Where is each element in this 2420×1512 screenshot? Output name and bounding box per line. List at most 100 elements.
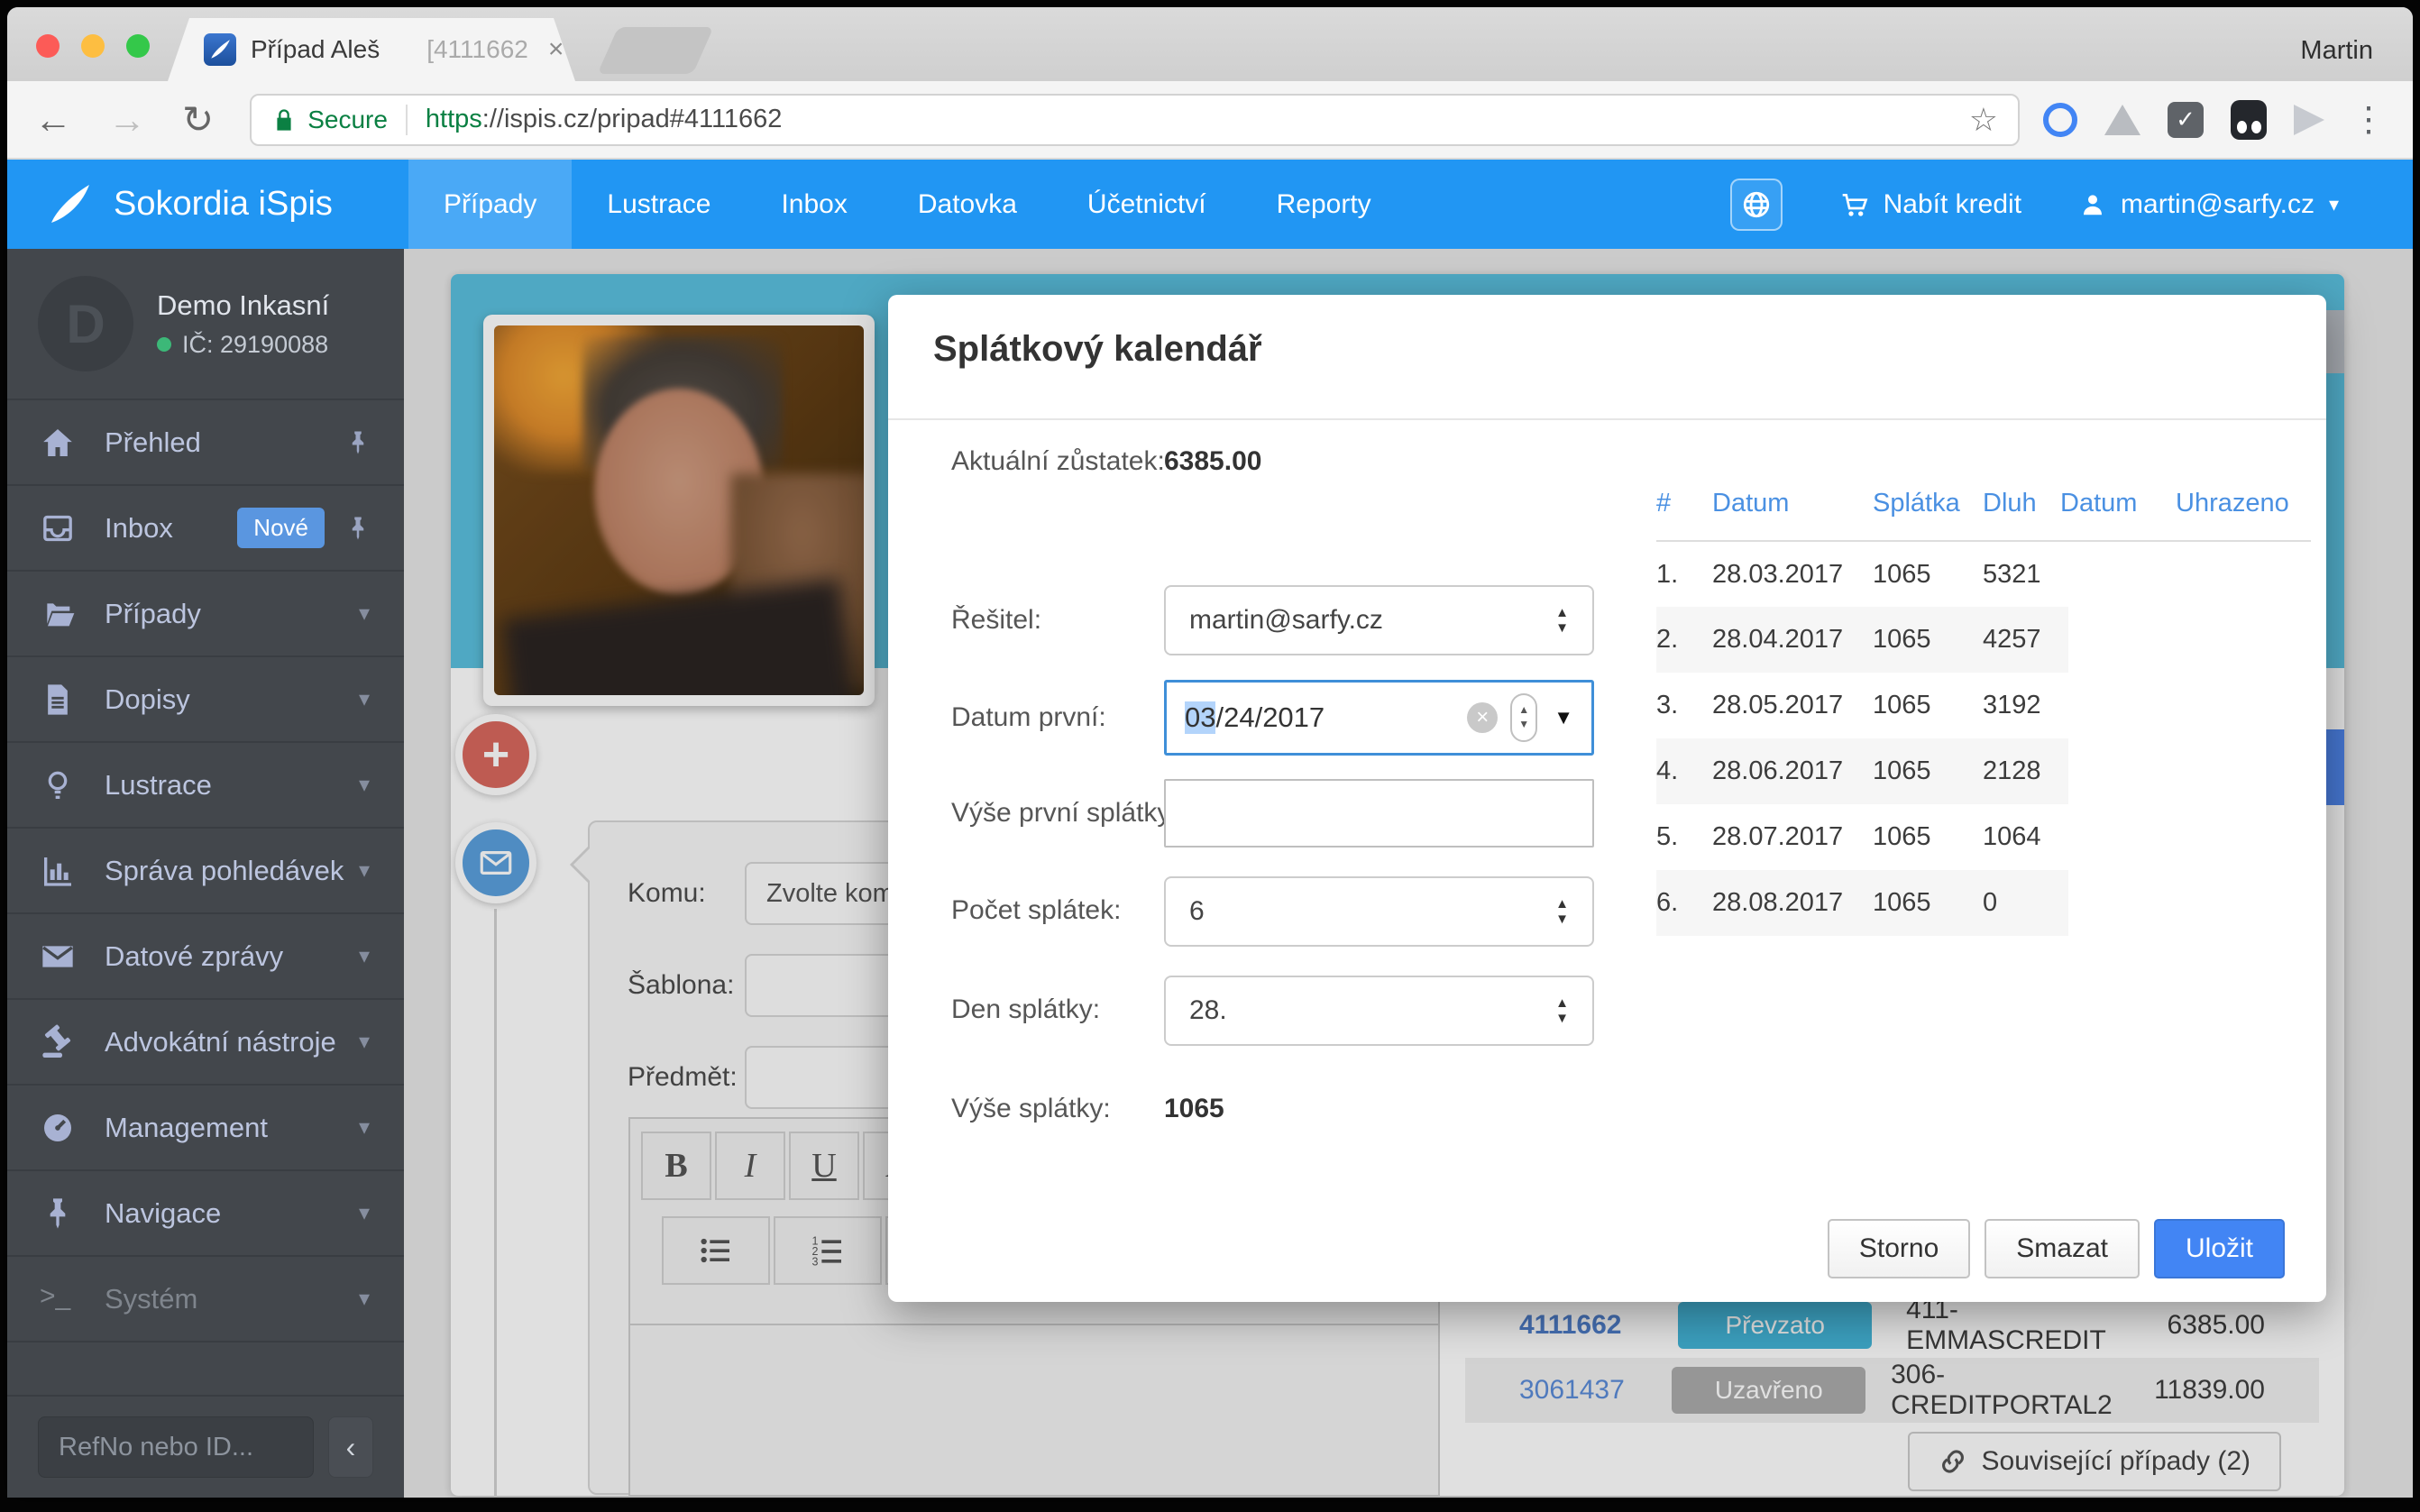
app-brand[interactable]: Sokordia iSpis <box>7 160 408 249</box>
document-icon <box>40 682 76 718</box>
extension-icon[interactable] <box>2043 103 2077 137</box>
select-arrows-icon: ▲▼ <box>1555 995 1569 1027</box>
credit-button[interactable]: Nabít kredit <box>1840 189 2021 220</box>
chevron-down-icon: ▾ <box>359 943 370 969</box>
chevron-down-icon: ▾ <box>359 600 370 627</box>
chrome-menu-icon[interactable]: ⋮ <box>2351 99 2386 140</box>
schedule-row: 4.28.06.2017 10652128 <box>1656 738 2068 804</box>
datepicker-dropdown-icon[interactable]: ▼ <box>1554 706 1573 729</box>
select-arrows-icon: ▲▼ <box>1555 896 1569 928</box>
sidebar-item-system[interactable]: >_ Systém ▾ <box>7 1257 404 1342</box>
inbox-extension-icon[interactable]: ✓ <box>2168 102 2204 138</box>
first-date-input[interactable]: 03 /24/2017 × ▲▼ ▼ <box>1164 680 1594 756</box>
sidebar-item-advokatni-nastroje[interactable]: Advokátní nástroje ▾ <box>7 1000 404 1086</box>
browser-tab[interactable]: Případ Aleš [4111662 × <box>168 18 575 81</box>
nav-item-pripady[interactable]: Případy <box>408 160 572 249</box>
sidebar-item-management[interactable]: Management ▾ <box>7 1086 404 1171</box>
navbar-right: Nabít kredit martin@sarfy.cz ▾ <box>1730 160 2339 249</box>
solver-label: Řešitel: <box>951 605 1041 636</box>
chevron-down-icon: ▾ <box>359 1286 370 1312</box>
browser-profile-name[interactable]: Martin <box>2300 36 2373 66</box>
minimize-window-button[interactable] <box>81 34 105 58</box>
clear-icon[interactable]: × <box>1467 702 1498 733</box>
day-select[interactable]: 28. ▲▼ <box>1164 976 1594 1046</box>
language-button[interactable] <box>1730 179 1783 231</box>
sidebar-item-navigace[interactable]: Navigace ▾ <box>7 1171 404 1257</box>
amount-label: Výše splátky: <box>951 1094 1111 1124</box>
home-icon <box>40 425 76 461</box>
nav-item-reporty[interactable]: Reporty <box>1242 160 1407 249</box>
day-label: Den splátky: <box>951 994 1100 1025</box>
inbox-icon <box>40 510 76 546</box>
tab-strip: Případ Aleš [4111662 × Martin <box>7 7 2413 81</box>
sidebar-search-row: ‹ <box>7 1395 404 1498</box>
chevron-down-icon: ▾ <box>359 1029 370 1055</box>
close-window-button[interactable] <box>36 34 60 58</box>
secure-label: Secure <box>307 105 388 134</box>
tab-title-secondary: [4111662 <box>426 35 528 64</box>
address-bar[interactable]: Secure https ://ispis.cz/pripad#4111662 … <box>250 94 2020 146</box>
user-email: martin@sarfy.cz <box>2121 189 2315 220</box>
refno-search-input[interactable] <box>38 1416 314 1478</box>
nav-item-lustrace[interactable]: Lustrace <box>572 160 746 249</box>
user-icon <box>2079 191 2106 218</box>
cancel-button[interactable]: Storno <box>1828 1219 1970 1278</box>
count-select[interactable]: 6 ▲▼ <box>1164 876 1594 947</box>
stepper-icon[interactable]: ▲▼ <box>1510 693 1537 742</box>
user-menu[interactable]: martin@sarfy.cz ▾ <box>2079 189 2339 220</box>
bar-chart-icon <box>40 853 76 889</box>
pin-icon[interactable] <box>344 429 371 456</box>
back-icon[interactable]: ← <box>34 101 72 139</box>
owl-extension-icon[interactable] <box>2231 100 2267 140</box>
sidebar-item-sprava-pohledavek[interactable]: Správa pohledávek ▾ <box>7 829 404 914</box>
navbar-menu: Případy Lustrace Inbox Datovka Účetnictv… <box>408 160 1407 249</box>
nav-item-datovka[interactable]: Datovka <box>883 160 1052 249</box>
terminal-icon: >_ <box>40 1281 76 1317</box>
reload-icon[interactable]: ↻ <box>182 101 214 139</box>
org-ic-line: IČ: 29190088 <box>157 331 329 359</box>
url-scheme: https <box>426 105 482 134</box>
forward-icon[interactable]: → <box>108 101 146 139</box>
new-badge: Nové <box>237 508 325 548</box>
zoom-window-button[interactable] <box>126 34 150 58</box>
sidebar: D Demo Inkasní IČ: 29190088 Přehled <box>7 249 404 1498</box>
modal-title: Splátkový kalendář <box>933 329 1262 370</box>
sidebar-item-pripady[interactable]: Případy ▾ <box>7 572 404 657</box>
bookmark-star-icon[interactable]: ☆ <box>1969 101 1998 139</box>
new-tab-button[interactable] <box>597 27 713 74</box>
count-label: Počet splátek: <box>951 895 1121 926</box>
sidebar-item-datove-zpravy[interactable]: Datové zprávy ▾ <box>7 914 404 1000</box>
sidebar-item-prehled[interactable]: Přehled <box>7 400 404 486</box>
nav-item-ucetnictvi[interactable]: Účetnictví <box>1052 160 1242 249</box>
modal-footer: Storno Smazat Uložit <box>1828 1219 2285 1278</box>
sail-logo-icon <box>41 183 97 226</box>
schedule-row: 1.28.03.2017 10655321 <box>1656 541 2068 607</box>
first-amount-input[interactable] <box>1164 779 1594 848</box>
divider <box>888 418 2326 420</box>
paid-table: Datum Uhrazeno <box>2060 489 2311 542</box>
first-amount-label: Výše první splátky: <box>951 798 1178 829</box>
pin-icon[interactable] <box>344 515 371 542</box>
drive-extension-icon[interactable] <box>2104 105 2140 135</box>
nav-item-inbox[interactable]: Inbox <box>746 160 882 249</box>
balance-value: 6385.00 <box>1164 446 1261 477</box>
schedule-table: # Datum Splátka Dluh 1.28.03.2017 106553… <box>1656 489 2068 936</box>
paper-plane-extension-icon[interactable] <box>2294 105 2324 135</box>
pin-icon <box>40 1196 76 1232</box>
sidebar-item-dopisy[interactable]: Dopisy ▾ <box>7 657 404 743</box>
schedule-row: 2.28.04.2017 10654257 <box>1656 607 2068 673</box>
chevron-down-icon: ▾ <box>359 1114 370 1141</box>
save-button[interactable]: Uložit <box>2154 1219 2285 1278</box>
balance-label: Aktuální zůstatek: <box>951 446 1165 477</box>
amount-value: 1065 <box>1164 1094 1224 1124</box>
tab-close-icon[interactable]: × <box>548 36 564 63</box>
lock-icon <box>271 107 297 133</box>
sidebar-item-inbox[interactable]: Inbox Nové <box>7 486 404 572</box>
solver-select[interactable]: martin@sarfy.cz ▲▼ <box>1164 585 1594 655</box>
delete-button[interactable]: Smazat <box>1985 1219 2140 1278</box>
gauge-icon <box>40 1110 76 1146</box>
sidebar-item-lustrace[interactable]: Lustrace ▾ <box>7 743 404 829</box>
sidebar-collapse-button[interactable]: ‹ <box>328 1416 373 1478</box>
chevron-down-icon: ▾ <box>359 1200 370 1226</box>
org-name: Demo Inkasní <box>157 289 329 322</box>
